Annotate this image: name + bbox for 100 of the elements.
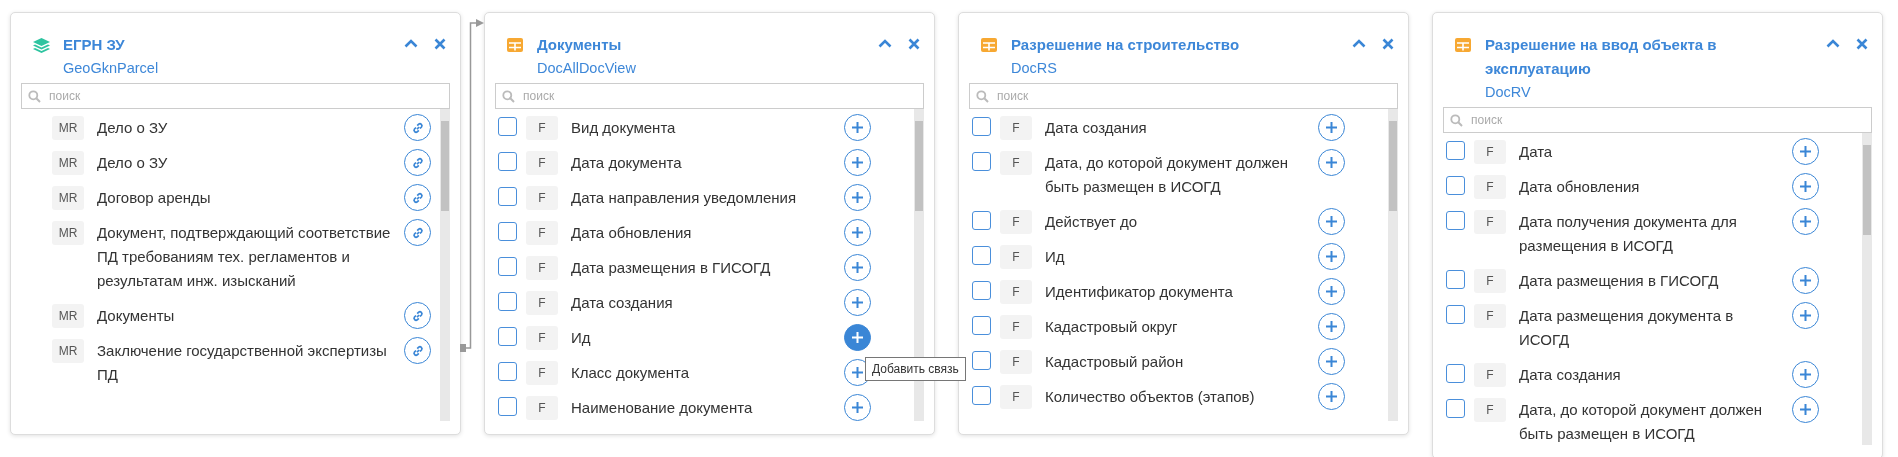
link-button[interactable] bbox=[404, 184, 431, 211]
type-tag: MR bbox=[52, 304, 84, 328]
field-label: Дата получения документа для размещения в ИСОГД bbox=[1519, 212, 1738, 256]
plus-icon bbox=[1325, 320, 1338, 333]
type-tag: F bbox=[1000, 385, 1032, 409]
search-field[interactable]: поиск bbox=[969, 83, 1398, 109]
panel-title: Разрешение на ввод объекта в эксплуатацию bbox=[1485, 36, 1717, 77]
chevron-up-icon bbox=[877, 39, 892, 48]
table-icon bbox=[507, 38, 523, 52]
plus-icon bbox=[851, 226, 864, 239]
type-tag: F bbox=[526, 326, 558, 350]
checkbox[interactable] bbox=[972, 281, 991, 300]
add-button[interactable] bbox=[1792, 138, 1819, 165]
plus-icon bbox=[1325, 215, 1338, 228]
field-label: Дата направления уведомления bbox=[571, 188, 798, 208]
checkbox[interactable] bbox=[498, 152, 517, 171]
link-button[interactable] bbox=[404, 302, 431, 329]
link-button[interactable] bbox=[404, 337, 431, 364]
add-button[interactable] bbox=[844, 289, 871, 316]
plus-icon bbox=[1799, 368, 1812, 381]
checkbox[interactable] bbox=[498, 362, 517, 381]
plus-icon bbox=[1325, 156, 1338, 169]
checkbox[interactable] bbox=[972, 316, 991, 335]
type-tag: F bbox=[1474, 175, 1506, 199]
plus-icon bbox=[851, 261, 864, 274]
field-label: Договор аренды bbox=[97, 188, 212, 208]
checkbox[interactable] bbox=[498, 117, 517, 136]
link-icon bbox=[410, 308, 425, 323]
field-label: Дата создания bbox=[1519, 365, 1622, 385]
search-field[interactable]: поиск bbox=[1443, 107, 1872, 133]
field-label: Дата создания bbox=[1045, 118, 1148, 138]
link-icon bbox=[410, 120, 425, 135]
link-button[interactable] bbox=[404, 149, 431, 176]
panel-title: Документы bbox=[537, 36, 622, 53]
panel-subtitle: DocRV bbox=[1485, 84, 1531, 100]
plus-icon bbox=[851, 366, 864, 379]
close-icon bbox=[433, 37, 446, 50]
checkbox[interactable] bbox=[1446, 305, 1465, 324]
add-button[interactable] bbox=[1792, 396, 1819, 423]
add-button[interactable] bbox=[844, 114, 871, 141]
checkbox[interactable] bbox=[498, 397, 517, 416]
plus-icon bbox=[1799, 274, 1812, 287]
scrollbar[interactable] bbox=[440, 109, 450, 421]
checkbox[interactable] bbox=[498, 222, 517, 241]
add-button[interactable] bbox=[1792, 173, 1819, 200]
add-button[interactable] bbox=[1318, 348, 1345, 375]
add-button[interactable] bbox=[1792, 208, 1819, 235]
plus-icon bbox=[851, 191, 864, 204]
checkbox[interactable] bbox=[972, 386, 991, 405]
checkbox[interactable] bbox=[972, 246, 991, 265]
add-button[interactable] bbox=[844, 254, 871, 281]
search-icon bbox=[1450, 114, 1463, 127]
plus-icon bbox=[1325, 250, 1338, 263]
add-button[interactable] bbox=[844, 219, 871, 246]
add-button[interactable] bbox=[1318, 383, 1345, 410]
field-label: Дата создания bbox=[571, 293, 674, 313]
add-button[interactable] bbox=[844, 324, 871, 351]
search-field[interactable]: поиск bbox=[21, 83, 450, 109]
link-button[interactable] bbox=[404, 219, 431, 246]
checkbox[interactable] bbox=[1446, 211, 1465, 230]
checkbox[interactable] bbox=[972, 211, 991, 230]
plus-icon bbox=[1325, 285, 1338, 298]
add-button[interactable] bbox=[1318, 313, 1345, 340]
add-button[interactable] bbox=[1792, 302, 1819, 329]
add-button[interactable] bbox=[844, 184, 871, 211]
type-tag: F bbox=[1000, 151, 1032, 175]
add-button[interactable] bbox=[1318, 114, 1345, 141]
link-icon bbox=[410, 343, 425, 358]
add-button[interactable] bbox=[1318, 278, 1345, 305]
add-button[interactable] bbox=[844, 394, 871, 421]
add-button[interactable] bbox=[1792, 361, 1819, 388]
type-tag: F bbox=[526, 291, 558, 315]
add-button[interactable] bbox=[1318, 243, 1345, 270]
checkbox[interactable] bbox=[498, 187, 517, 206]
link-button[interactable] bbox=[404, 114, 431, 141]
add-button[interactable] bbox=[1792, 267, 1819, 294]
add-button[interactable] bbox=[844, 149, 871, 176]
search-field[interactable]: поиск bbox=[495, 83, 924, 109]
checkbox[interactable] bbox=[498, 257, 517, 276]
field-label: Дата bbox=[1519, 142, 1554, 162]
field-label: Количество объектов (этапов) bbox=[1045, 387, 1256, 407]
scrollbar[interactable] bbox=[1388, 109, 1398, 421]
type-tag: F bbox=[526, 256, 558, 280]
checkbox[interactable] bbox=[972, 152, 991, 171]
checkbox[interactable] bbox=[498, 327, 517, 346]
checkbox[interactable] bbox=[1446, 270, 1465, 289]
checkbox[interactable] bbox=[972, 351, 991, 370]
scrollbar[interactable] bbox=[1862, 133, 1872, 445]
type-tag: F bbox=[526, 186, 558, 210]
checkbox[interactable] bbox=[972, 117, 991, 136]
chevron-up-icon bbox=[403, 39, 418, 48]
checkbox[interactable] bbox=[1446, 399, 1465, 418]
checkbox[interactable] bbox=[1446, 141, 1465, 160]
field-label: Дата, до которой документ должен быть размещен в ИСОГД bbox=[1519, 400, 1764, 444]
checkbox[interactable] bbox=[1446, 364, 1465, 383]
checkbox[interactable] bbox=[1446, 176, 1465, 195]
add-button[interactable] bbox=[1318, 208, 1345, 235]
add-button[interactable] bbox=[1318, 149, 1345, 176]
type-tag: F bbox=[526, 116, 558, 140]
checkbox[interactable] bbox=[498, 292, 517, 311]
